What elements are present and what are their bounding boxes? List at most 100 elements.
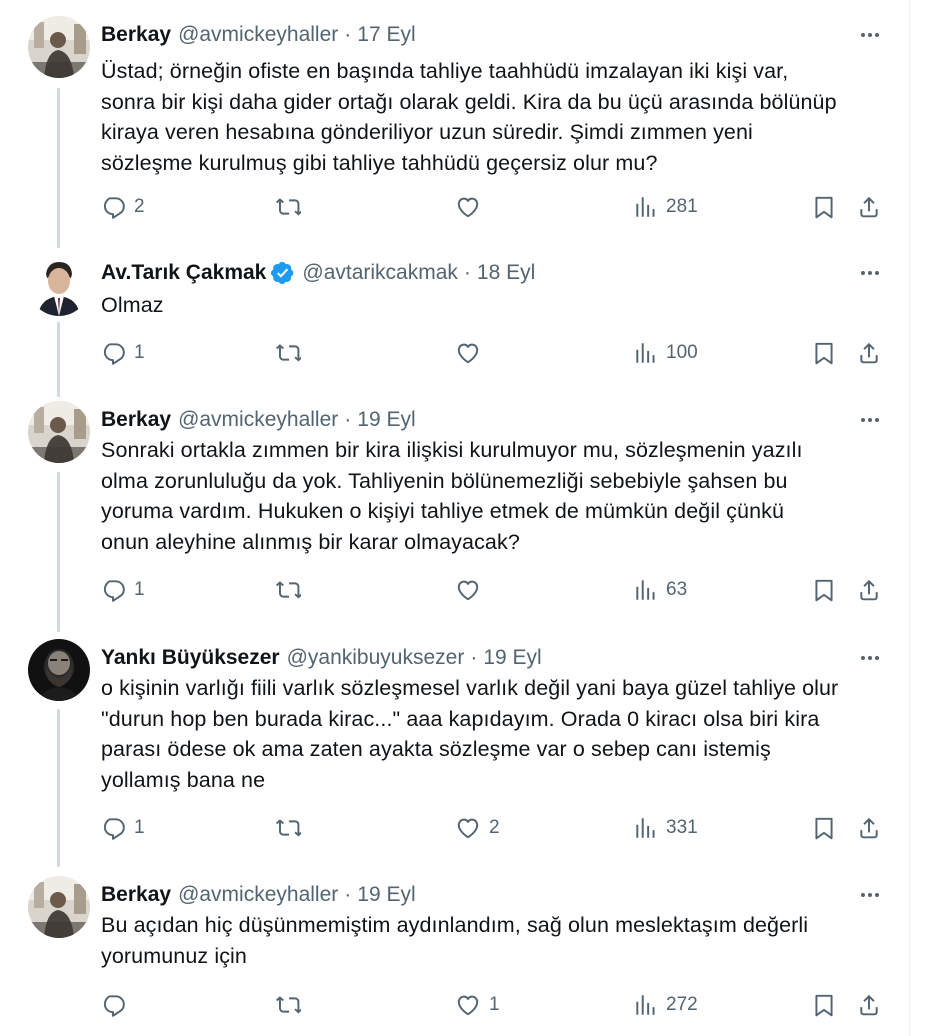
bookmark-button[interactable] [811, 336, 837, 370]
reply-icon [103, 995, 125, 1017]
share-button[interactable] [856, 811, 882, 845]
tweet-actions: 1 2 331 [100, 811, 900, 845]
author-name[interactable]: Berkay [101, 23, 171, 47]
avatar[interactable] [28, 254, 90, 316]
share-button[interactable] [856, 988, 882, 1022]
share-button[interactable] [856, 190, 882, 224]
views-icon [636, 995, 655, 1015]
author-handle[interactable]: @avmickeyhaller [178, 883, 338, 907]
share-button[interactable] [856, 336, 882, 370]
share-icon [860, 994, 878, 1016]
like-button[interactable]: 2 [455, 811, 500, 845]
views-icon [636, 818, 655, 838]
tweet[interactable]: Berkay @avmickeyhaller · 17 Eyl Üstad; ö… [0, 16, 910, 246]
avatar[interactable] [28, 639, 90, 701]
views-button[interactable]: 331 [632, 811, 698, 845]
tweet-text-line: yorumunuz için [101, 943, 247, 968]
conversation-thread: Berkay @avmickeyhaller · 17 Eyl Üstad; ö… [0, 0, 930, 1036]
retweet-button[interactable] [275, 336, 301, 370]
tweet-text-line: onun aleyhine alınmış bir karar olmayaca… [101, 529, 520, 554]
tweet-text-line: Bu açıdan hiç düşünmemiştim aydınlandım,… [101, 913, 809, 937]
retweet-button[interactable] [275, 811, 301, 845]
more-icon[interactable] [853, 257, 887, 289]
author-name[interactable]: Yankı Büyüksezer [101, 646, 280, 670]
tweet-header: Berkay @avmickeyhaller · 19 Eyl [101, 879, 416, 911]
tweet-text-line: parası ödese ok ama zaten ayakta sözleşm… [101, 737, 771, 761]
views-icon [636, 580, 655, 600]
more-icon[interactable] [853, 642, 887, 674]
tweet-text-line: Sonraki ortakla zımmen bir kira ilişkisi… [101, 438, 803, 462]
views-button[interactable]: 281 [632, 190, 698, 224]
like-icon [457, 995, 479, 1016]
author-handle[interactable]: @avmickeyhaller [178, 408, 338, 432]
avatar[interactable] [28, 16, 90, 78]
retweet-icon [275, 996, 301, 1014]
tweet[interactable]: Berkay @avmickeyhaller · 19 Eyl Bu açıda… [0, 876, 910, 1036]
bookmark-button[interactable] [811, 190, 837, 224]
more-icon[interactable] [853, 879, 887, 911]
tweet-header: Yankı Büyüksezer @yankibuyuksezer · 19 E… [101, 642, 542, 674]
author-name[interactable]: Av.Tarık Çakmak [101, 261, 266, 285]
avatar[interactable] [28, 401, 90, 463]
views-button[interactable]: 272 [632, 988, 698, 1022]
tweet[interactable]: Av.Tarık Çakmak @avtarikcakmak · 18 Eyl … [0, 254, 910, 384]
like-button[interactable] [455, 190, 481, 224]
tweet-text-line: Olmaz [101, 293, 164, 317]
bookmark-icon [815, 994, 833, 1017]
views-button[interactable]: 63 [632, 573, 687, 607]
more-icon[interactable] [853, 19, 887, 51]
tweet-text-line: sözleşme kurulmuş gibi tahliye tahhüdü g… [101, 150, 658, 175]
view-count: 272 [666, 994, 698, 1015]
tweet-text-line: yoruma vardım. Hukuken o kişiyi tahliye … [101, 499, 785, 523]
reply-button[interactable]: 1 [100, 811, 145, 845]
reply-button[interactable] [100, 988, 126, 1022]
like-count: 2 [489, 817, 500, 838]
author-handle[interactable]: @avtarikcakmak [302, 261, 458, 285]
reply-button[interactable]: 2 [100, 190, 145, 224]
tweet-text: Sonraki ortakla zımmen bir kira ilişkisi… [101, 435, 891, 557]
tweet-header: Av.Tarık Çakmak @avtarikcakmak · 18 Eyl [101, 257, 535, 289]
reply-button[interactable]: 1 [100, 336, 145, 370]
views-button[interactable]: 100 [632, 336, 698, 370]
reply-button[interactable]: 1 [100, 573, 145, 607]
retweet-icon [275, 344, 301, 362]
verified-badge-icon [271, 261, 295, 285]
tweet-date[interactable]: 19 Eyl [483, 646, 541, 670]
like-icon [457, 343, 479, 364]
share-button[interactable] [856, 573, 882, 607]
like-button[interactable] [455, 573, 481, 607]
like-button[interactable] [455, 336, 481, 370]
bookmark-button[interactable] [811, 573, 837, 607]
retweet-button[interactable] [275, 573, 301, 607]
tweet[interactable]: Berkay @avmickeyhaller · 19 Eyl Sonraki … [0, 401, 910, 621]
tweet-text-line: "durun hop ben burada kirac..." aaa kapı… [101, 706, 820, 731]
view-count: 281 [666, 196, 698, 217]
bookmark-button[interactable] [811, 988, 837, 1022]
author-handle[interactable]: @yankibuyuksezer [287, 646, 465, 670]
tweet-text-line: kiraya veren hesabına gönderiliyor uzun … [101, 120, 753, 144]
tweet-text-line: Üstad; örneğin ofiste en başında tahliye… [101, 59, 789, 83]
tweet-date[interactable]: 19 Eyl [357, 408, 415, 432]
tweet-actions: 2 281 [100, 190, 900, 224]
avatar[interactable] [28, 876, 90, 938]
bookmark-icon [815, 579, 833, 602]
author-name[interactable]: Berkay [101, 408, 171, 432]
author-name[interactable]: Berkay [101, 883, 171, 907]
tweet-date[interactable]: 19 Eyl [357, 883, 415, 907]
tweet-text-line: yollamış bana ne [101, 767, 266, 792]
like-button[interactable]: 1 [455, 988, 500, 1022]
tweet-date[interactable]: 17 Eyl [357, 23, 415, 47]
view-count: 331 [666, 817, 698, 838]
tweet-date[interactable]: 18 Eyl [477, 261, 535, 285]
reply-count: 1 [134, 817, 145, 838]
bookmark-button[interactable] [811, 811, 837, 845]
reply-count: 2 [134, 196, 145, 217]
tweet-header: Berkay @avmickeyhaller · 17 Eyl [101, 19, 416, 51]
retweet-icon [275, 198, 301, 216]
tweet[interactable]: Yankı Büyüksezer @yankibuyuksezer · 19 E… [0, 639, 910, 859]
retweet-button[interactable] [275, 988, 301, 1022]
retweet-button[interactable] [275, 190, 301, 224]
author-handle[interactable]: @avmickeyhaller [178, 23, 338, 47]
reply-icon [103, 197, 125, 219]
more-icon[interactable] [853, 404, 887, 436]
